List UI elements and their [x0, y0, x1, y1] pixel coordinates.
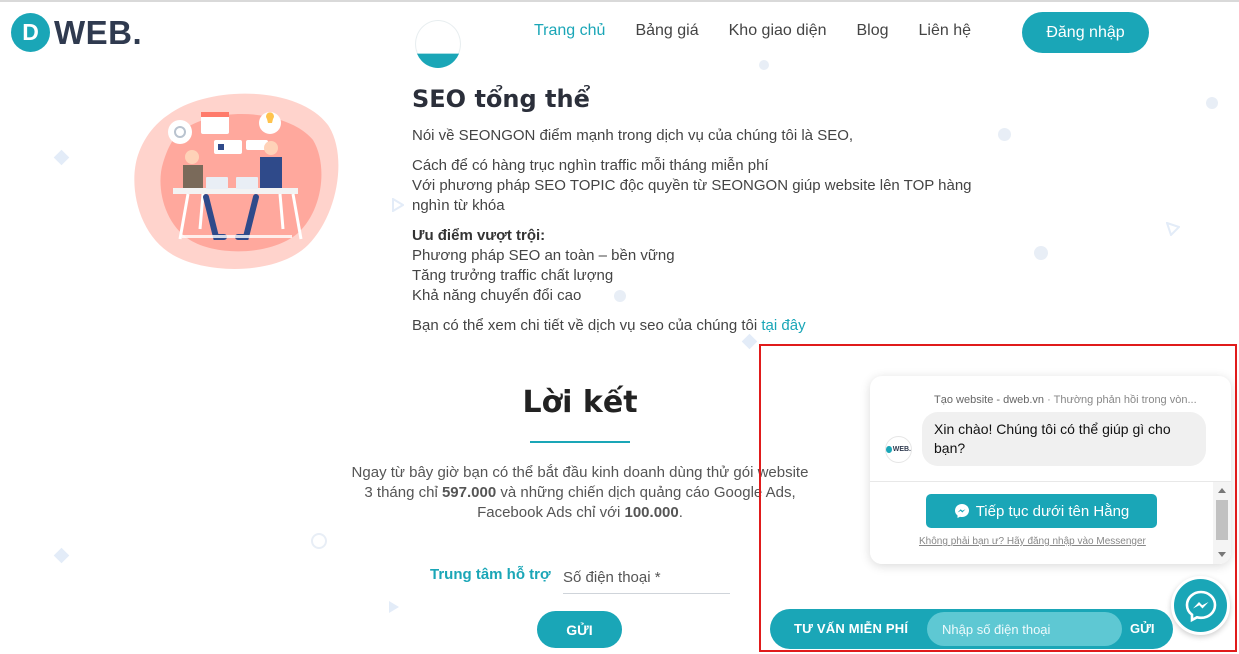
seo-title: SEO tổng thể [412, 85, 590, 113]
advantage-item: Tăng trưởng traffic chất lượng [412, 267, 614, 284]
seo-line-2: Với phương pháp SEO TOPIC độc quyền từ S… [412, 177, 972, 214]
seo-advantages: Ưu điểm vượt trội: Phương pháp SEO an to… [412, 226, 1002, 306]
seo-detail: Bạn có thể xem chi tiết về dịch vụ seo c… [412, 316, 1002, 336]
decorative-dot [1034, 246, 1048, 260]
nav-pricing[interactable]: Bảng giá [635, 22, 698, 40]
decorative-ring [311, 533, 327, 549]
logo[interactable]: D WEB. [11, 13, 142, 52]
decorative-diamond [53, 149, 70, 166]
top-border [0, 0, 1239, 2]
conclusion-price-1: 597.000 [441, 484, 497, 501]
nav-home[interactable]: Trang chủ [534, 22, 605, 40]
nav-contact[interactable]: Liên hệ [919, 22, 972, 40]
advantage-item: Khả năng chuyển đổi cao [412, 287, 582, 304]
advantages-title: Ưu điểm vượt trội: [412, 227, 546, 244]
decorative-triangle [392, 198, 404, 212]
decorative-dot [759, 60, 769, 70]
highlight-box [759, 344, 1237, 652]
conclusion-title: Lời kết [522, 385, 638, 420]
seo-line-1: Cách để có hàng trục nghìn traffic mỗi t… [412, 157, 769, 174]
nav-blog[interactable]: Blog [856, 22, 888, 40]
decorative-dot [1206, 97, 1218, 109]
support-label: Trung tâm hỗ trợ [430, 566, 551, 583]
seo-detail-link[interactable]: tại đây [761, 317, 805, 334]
seo-description: Cách để có hàng trục nghìn traffic mỗi t… [412, 156, 1002, 216]
seo-illustration [134, 93, 339, 269]
conclusion-underline [530, 441, 630, 443]
main-nav: Trang chủ Bảng giá Kho giao diện Blog Li… [534, 22, 1001, 40]
seo-intro: Nói về SEONGON điểm mạnh trong dịch vụ c… [412, 127, 854, 144]
logo-badge: D [11, 13, 50, 52]
conclusion-text-3: . [678, 504, 683, 521]
seo-detail-text: Bạn có thể xem chi tiết về dịch vụ seo c… [412, 317, 762, 334]
send-button[interactable]: GỬI [537, 611, 622, 648]
conclusion-text: Ngay từ bây giờ bạn có thể bắt đầu kinh … [350, 463, 810, 523]
decorative-diamond [53, 547, 70, 564]
decorative-triangle [1166, 222, 1180, 236]
logo-text: WEB. [54, 13, 143, 51]
decorative-triangle [389, 601, 399, 613]
phone-input[interactable] [563, 562, 730, 594]
login-button[interactable]: Đăng nhập [1022, 12, 1149, 53]
seo-section: SEO tổng thể Nói về SEONGON điểm mạnh tr… [412, 84, 1002, 346]
advantage-item: Phương pháp SEO an toàn – bền vững [412, 247, 675, 264]
conclusion-price-2: 100.000 [624, 504, 679, 521]
nav-templates[interactable]: Kho giao diện [729, 22, 827, 40]
